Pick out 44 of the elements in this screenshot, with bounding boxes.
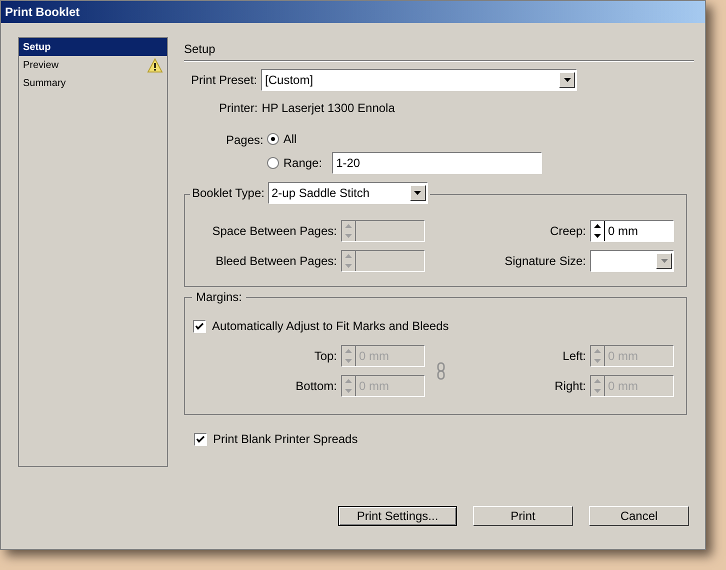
signature-size-dropdown[interactable] <box>590 250 674 272</box>
sidebar-item[interactable]: Summary <box>19 74 167 92</box>
checkbox[interactable] <box>193 320 206 332</box>
field-label: Pages: <box>226 132 264 149</box>
caret-icon <box>564 78 571 82</box>
section-title: Setup <box>184 41 216 58</box>
dialog-button[interactable]: Print Settings... <box>338 506 457 526</box>
field-label: Bleed Between Pages: <box>214 252 337 270</box>
field-label: Space Between Pages: <box>211 222 337 240</box>
booklet-type-dropdown[interactable]: 2-up Saddle Stitch <box>268 182 428 204</box>
chain-link-icon <box>435 362 447 380</box>
group-title: Margins: <box>192 289 246 305</box>
dialog-button[interactable]: Cancel <box>589 506 689 526</box>
radio-button[interactable] <box>267 133 280 145</box>
range-field[interactable]: 1-20 <box>332 152 542 174</box>
field-label: Top: <box>313 348 337 365</box>
sidebar-item[interactable]: Preview <box>19 56 167 74</box>
stepper-arrows-icon[interactable] <box>591 220 605 240</box>
field-label: Booklet Type: <box>192 185 264 202</box>
sidebar-item[interactable]: Setup <box>19 38 167 56</box>
field-label: Creep: <box>548 222 586 240</box>
radio-label: All <box>283 131 297 148</box>
field-label: Left: <box>562 348 586 365</box>
checkbox-label: Print Blank Printer Spreads <box>213 431 358 448</box>
caret-icon <box>414 191 421 195</box>
dropdown-arrow-button[interactable] <box>559 72 576 88</box>
dropdown-arrow-button[interactable] <box>410 185 426 201</box>
radio-label: Range: <box>283 155 322 172</box>
checkbox[interactable] <box>194 432 207 446</box>
spinner-value: 0 mm <box>607 222 638 240</box>
print-preset-dropdown[interactable]: [Custom] <box>261 69 578 91</box>
radio-button[interactable] <box>267 157 280 169</box>
caret-icon <box>660 258 668 262</box>
spinner-field[interactable]: 0 mm <box>590 220 674 242</box>
field-label: Right: <box>554 378 586 395</box>
checkbox-label: Automatically Adjust to Fit Marks and Bleeds <box>212 318 449 335</box>
dropdown-arrow-button[interactable] <box>656 252 672 268</box>
printer-name: HP Laserjet 1300 Ennola <box>262 100 395 117</box>
field-label: Printer: <box>219 100 258 117</box>
dialog-button[interactable]: Print <box>473 506 573 526</box>
field-label: Signature Size: <box>504 252 586 270</box>
field-label: Bottom: <box>294 378 337 395</box>
field-label: Print Preset: <box>191 72 258 89</box>
window-title: Print Booklet <box>5 4 80 21</box>
